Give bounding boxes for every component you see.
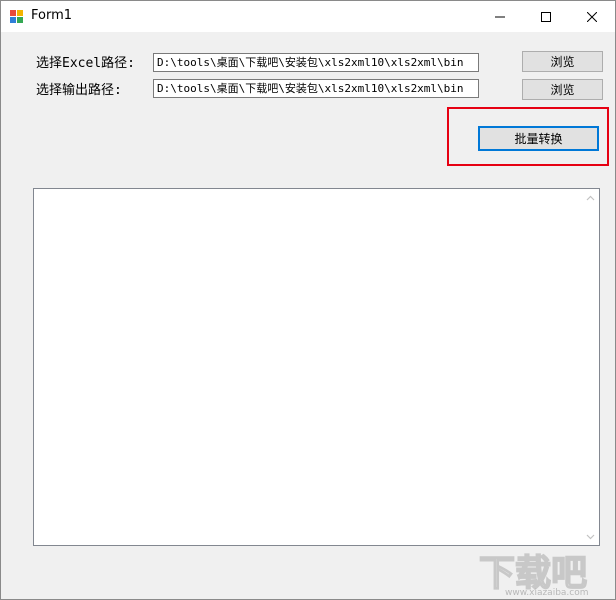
maximize-icon: [541, 11, 551, 22]
close-button[interactable]: [569, 1, 615, 32]
excel-path-input[interactable]: D:\tools\桌面\下载吧\安装包\xls2xml10\xls2xml\bi…: [153, 53, 479, 72]
output-path-label: 选择输出路径:: [36, 83, 122, 98]
batch-convert-button[interactable]: 批量转换: [478, 126, 599, 151]
window-title: Form1: [31, 8, 73, 23]
chevron-up-icon: [586, 195, 595, 200]
maximize-button[interactable]: [523, 1, 569, 32]
scroll-up-button[interactable]: [582, 189, 599, 206]
close-icon: [587, 11, 597, 22]
minimize-button[interactable]: [477, 1, 523, 32]
minimize-icon: [495, 16, 505, 17]
vertical-scrollbar[interactable]: [582, 189, 599, 545]
chevron-down-icon: [586, 534, 595, 539]
output-path-input[interactable]: D:\tools\桌面\下载吧\安装包\xls2xml10\xls2xml\bi…: [153, 79, 479, 98]
browse-excel-button[interactable]: 浏览: [522, 51, 603, 72]
scroll-down-button[interactable]: [582, 528, 599, 545]
main-window: Form1 选择Excel路径: D:\tools\桌面\下载吧\安装包\xls…: [0, 0, 616, 600]
browse-output-button[interactable]: 浏览: [522, 79, 603, 100]
title-bar[interactable]: Form1: [1, 1, 615, 32]
watermark-url: www.xiazaiba.com: [505, 588, 589, 598]
app-icon: [10, 10, 23, 23]
output-log-textarea[interactable]: [33, 188, 600, 546]
excel-path-label: 选择Excel路径:: [36, 56, 135, 71]
